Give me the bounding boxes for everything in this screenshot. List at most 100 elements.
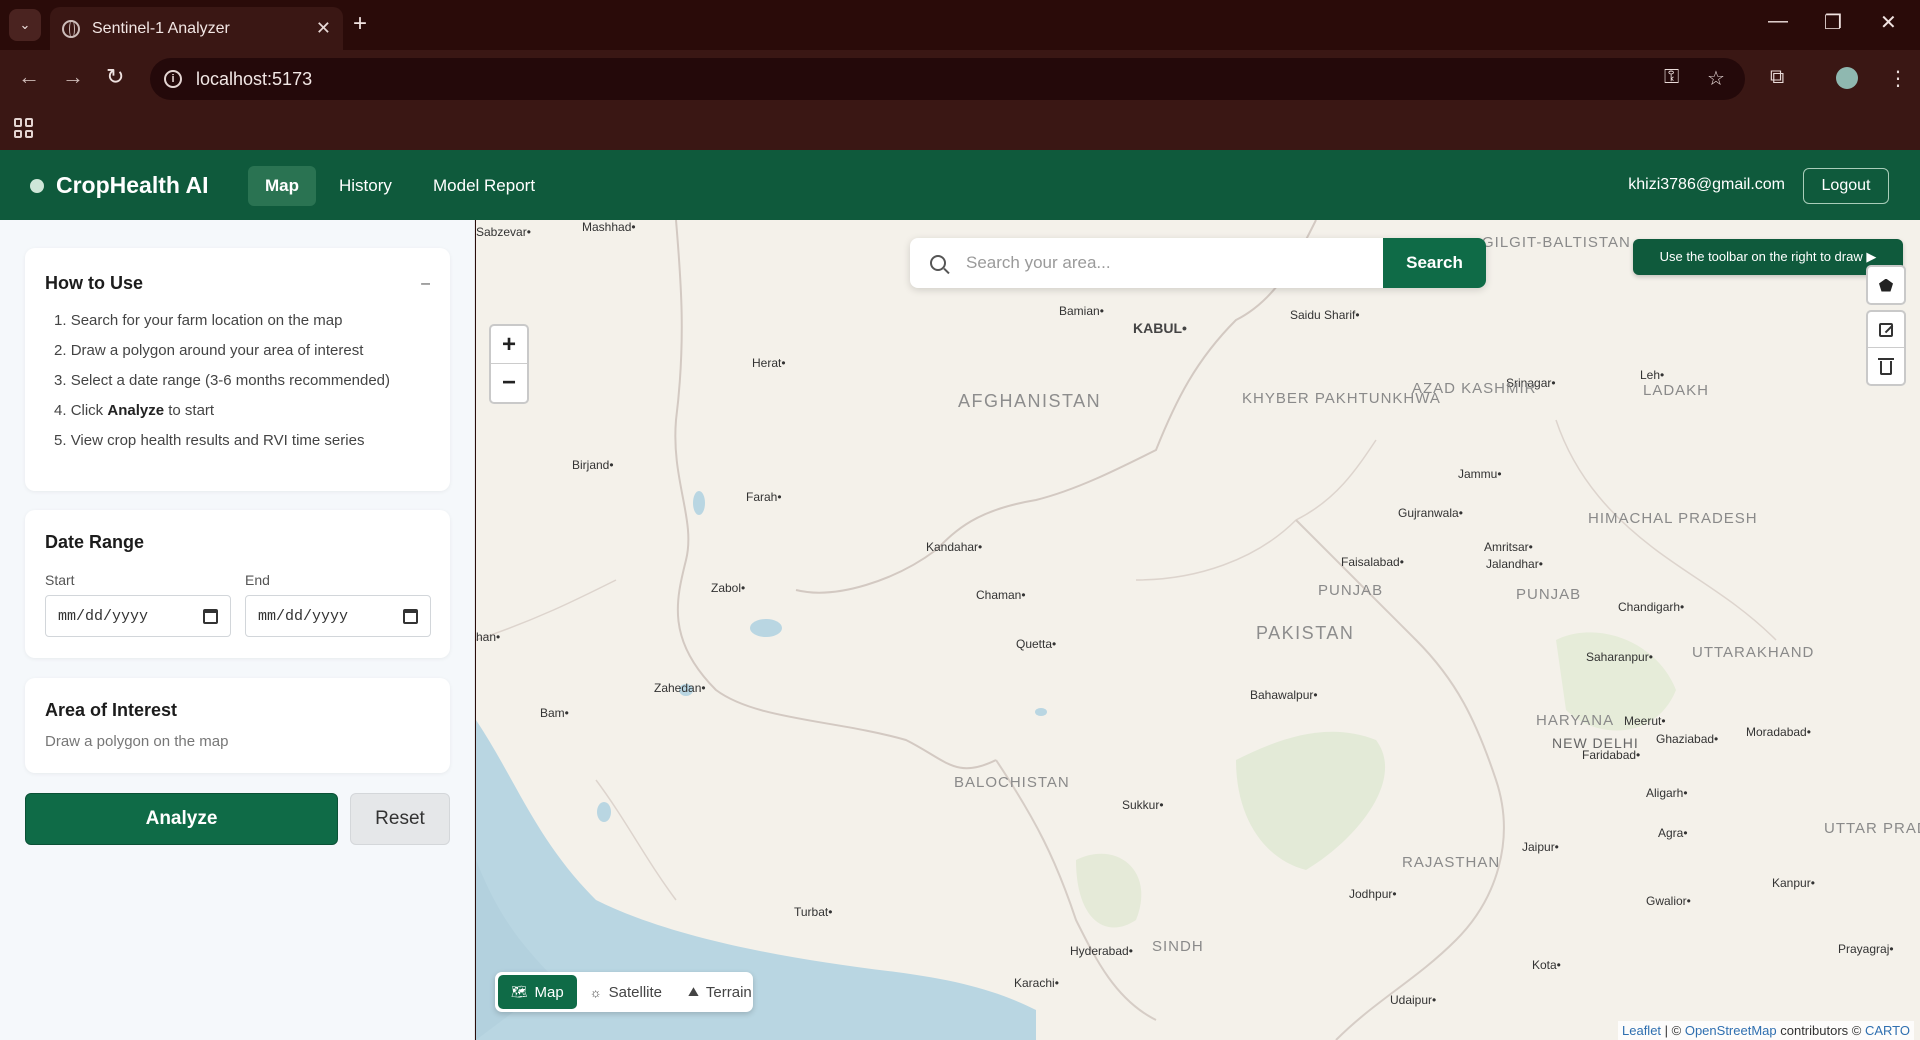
analyze-button[interactable]: Analyze [25, 793, 338, 845]
step-item: 4. Click Analyze to start [54, 402, 215, 419]
draw-polygon-tool[interactable] [1866, 265, 1906, 305]
end-label: End [245, 572, 270, 588]
place-label: Saidu Sharif• [1290, 308, 1360, 322]
reset-button[interactable]: Reset [350, 793, 450, 845]
place-label: Farah• [746, 490, 782, 504]
bookmarks-bar [0, 108, 1920, 150]
layer-terrain-button[interactable]: ⛰ Terrain [675, 975, 765, 1009]
leaflet-link[interactable]: Leaflet [1622, 1023, 1661, 1038]
search-icon [930, 255, 946, 271]
place-label: Faisalabad• [1341, 555, 1404, 569]
step-item: 3. Select a date range (3-6 months recom… [54, 372, 391, 389]
draw-hint-banner: Use the toolbar on the right to draw ▶ [1633, 239, 1903, 275]
brand[interactable]: CropHealth AI [30, 172, 209, 199]
place-label: KABUL• [1133, 320, 1187, 336]
apps-grid-icon[interactable] [14, 118, 34, 138]
mountain-icon: ⛰ [688, 984, 699, 999]
minimize-icon[interactable]: — [1768, 10, 1788, 33]
step-item: 2. Draw a polygon around your area of in… [54, 342, 364, 359]
close-tab-icon[interactable]: ✕ [316, 18, 331, 39]
place-label: Gujranwala• [1398, 506, 1463, 520]
calendar-icon[interactable] [203, 608, 218, 624]
region-label: HARYANA [1536, 712, 1615, 729]
place-label: Hyderabad• [1070, 944, 1133, 958]
extensions-icon[interactable]: ⧉ [1770, 66, 1784, 89]
place-label: Bahawalpur• [1250, 688, 1318, 702]
map-canvas[interactable]: Sabzevar• Mashhad• Bamian• KABUL• Saidu … [476, 220, 1920, 1040]
place-label: Turbat• [794, 905, 833, 919]
search-input[interactable] [966, 238, 1383, 288]
search-button[interactable]: Search [1383, 238, 1486, 288]
region-label: PUNJAB [1318, 582, 1384, 599]
area-of-interest-card: Area of Interest Draw a polygon on the m… [25, 678, 450, 773]
steps-list: 1. Search for your farm location on the … [45, 312, 430, 449]
end-date-input[interactable]: mm/dd/yyyy [245, 595, 431, 637]
place-label: Bamian• [1059, 304, 1104, 318]
polygon-icon[interactable] [1879, 278, 1893, 292]
nav-history[interactable]: History [322, 166, 409, 206]
region-label: BALOCHISTAN [954, 774, 1070, 791]
edit-layers-icon[interactable] [1879, 322, 1893, 337]
start-label: Start [45, 572, 75, 588]
address-bar[interactable]: i localhost:5173 [150, 58, 1745, 100]
collapse-icon[interactable]: – [421, 275, 430, 293]
password-key-icon[interactable]: ⚿ [1664, 66, 1679, 89]
place-label: Leh• [1640, 368, 1665, 382]
zoom-out-button[interactable]: − [491, 364, 527, 402]
nav-map[interactable]: Map [248, 166, 316, 206]
step-item: 1. Search for your farm location on the … [54, 312, 343, 329]
place-label: Herat• [752, 356, 786, 370]
brand-dot-icon [30, 178, 44, 193]
place-label: Jodhpur• [1349, 887, 1397, 901]
map-search-bar: Search [910, 238, 1486, 288]
url-text[interactable]: localhost:5173 [196, 69, 312, 90]
place-label: Aligarh• [1646, 786, 1688, 800]
place-label: Birjand• [572, 458, 614, 472]
zoom-in-button[interactable]: + [491, 326, 527, 364]
place-label: Mashhad• [582, 220, 636, 234]
brand-name: CropHealth AI [56, 172, 209, 198]
tab-title: Sentinel-1 Analyzer [92, 19, 230, 37]
close-window-icon[interactable]: ✕ [1880, 10, 1897, 35]
browser-tab[interactable]: Sentinel-1 Analyzer ✕ [50, 7, 343, 50]
place-label: Kota• [1532, 958, 1561, 972]
aoi-hint: Draw a polygon on the map [45, 733, 229, 750]
more-menu-icon[interactable]: ⋮ [1888, 66, 1908, 91]
calendar-icon[interactable] [403, 608, 418, 624]
region-label: UTTARAKHAND [1692, 644, 1815, 661]
region-label: LADAKH [1642, 382, 1710, 399]
osm-link[interactable]: OpenStreetMap [1685, 1023, 1777, 1038]
place-label: Karachi• [1014, 976, 1059, 990]
logout-button[interactable]: Logout [1803, 168, 1889, 204]
user-email: khizi3786@gmail.com [1628, 176, 1785, 193]
globe-icon [62, 19, 80, 38]
site-info-icon[interactable]: i [164, 70, 182, 88]
place-label: Zabol• [711, 581, 746, 595]
restore-icon[interactable]: ❐ [1824, 10, 1842, 35]
carto-link[interactable]: CARTO [1865, 1023, 1910, 1038]
tab-strip: ⌄ Sentinel-1 Analyzer ✕ + — ❐ ✕ [0, 0, 1920, 50]
bookmark-star-icon[interactable]: ☆ [1707, 66, 1725, 91]
date-range-title: Date Range [45, 532, 145, 552]
start-date-input[interactable]: mm/dd/yyyy [45, 595, 231, 637]
profile-avatar-icon[interactable] [1836, 67, 1858, 89]
place-label: Sabzevar• [476, 225, 531, 239]
layer-switcher: 🗺 Map ☼ Satellite ⛰ Terrain [495, 972, 753, 1012]
tab-search-icon[interactable]: ⌄ [9, 9, 41, 41]
place-label: Jammu• [1458, 467, 1502, 481]
date-range-card: Date Range Start End mm/dd/yyyy mm/dd/yy… [25, 510, 450, 658]
layer-map-button[interactable]: 🗺 Map [498, 975, 577, 1009]
delete-layers-icon[interactable] [1878, 357, 1894, 375]
new-tab-button[interactable]: + [353, 10, 367, 38]
reload-icon[interactable]: ↻ [106, 64, 124, 90]
nav-model-report[interactable]: Model Report [416, 166, 552, 206]
forward-icon[interactable]: → [62, 64, 84, 90]
place-label: Prayagraj• [1838, 942, 1894, 956]
aoi-title: Area of Interest [45, 700, 178, 720]
place-label: Kandahar• [926, 540, 983, 554]
place-label: Chaman• [976, 588, 1026, 602]
place-label: han• [476, 630, 501, 644]
back-icon[interactable]: ← [18, 64, 40, 90]
app-header: CropHealth AI Map History Model Report k… [0, 150, 1920, 220]
layer-satellite-button[interactable]: ☼ Satellite [577, 975, 675, 1009]
